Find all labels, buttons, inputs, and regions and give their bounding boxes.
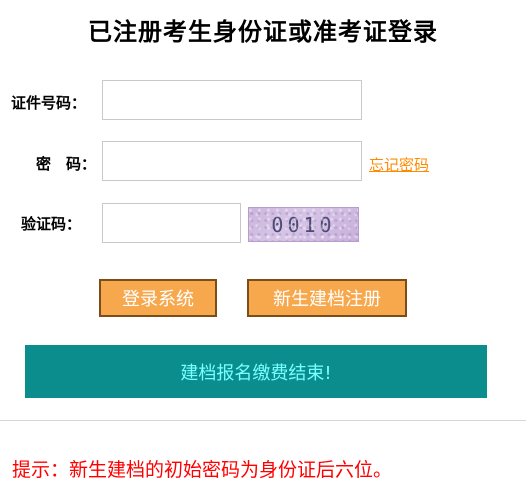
captcha-input[interactable]: [102, 203, 241, 243]
forgot-password-link[interactable]: 忘记密码: [369, 154, 429, 175]
captcha-image[interactable]: 0010: [248, 207, 359, 242]
registration-ended-banner[interactable]: 建档报名缴费结束!: [25, 345, 487, 398]
page-title: 已注册考生身份证或准考证登录: [88, 18, 438, 46]
register-button[interactable]: 新生建档注册: [247, 279, 407, 317]
password-label: 密 码：: [36, 155, 97, 173]
divider: [0, 420, 526, 421]
password-tip: 提示：新生建档的初始密码为身份证后六位。: [12, 459, 393, 481]
id-number-input[interactable]: [102, 80, 362, 120]
captcha-label: 验证码：: [21, 215, 82, 233]
login-button[interactable]: 登录系统: [99, 279, 217, 317]
id-number-label: 证件号码：: [11, 94, 87, 112]
captcha-image-text: 0010: [271, 212, 336, 237]
password-input[interactable]: [102, 141, 362, 181]
